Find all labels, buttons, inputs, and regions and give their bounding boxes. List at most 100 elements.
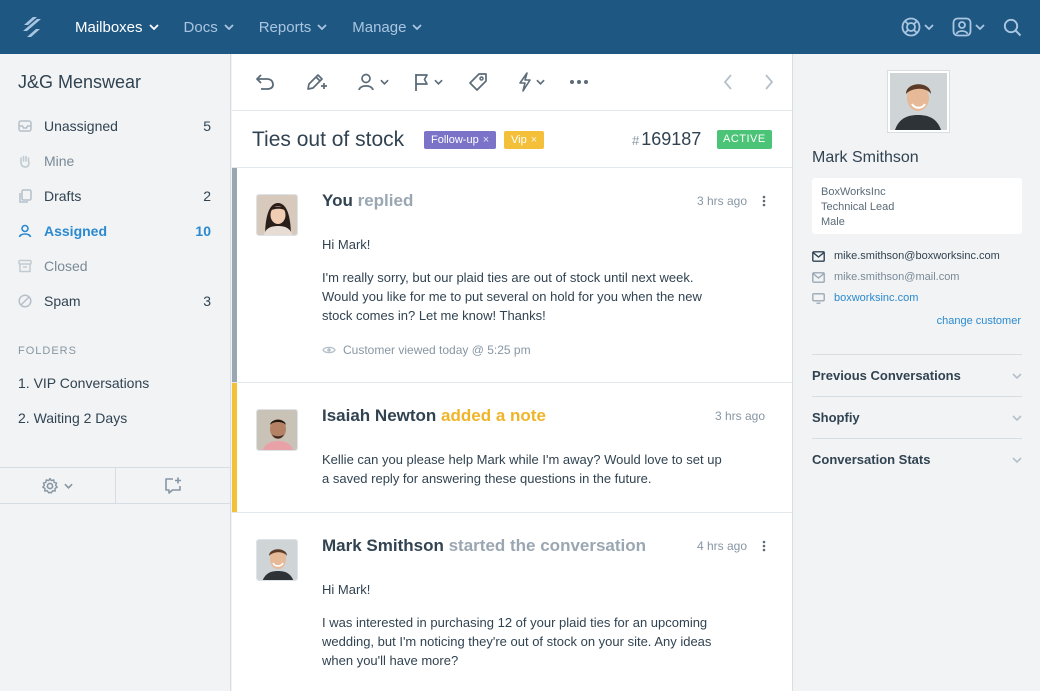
nav-docs[interactable]: Docs <box>184 19 234 36</box>
viewed-indicator: Customer viewed today @ 5:25 pm <box>322 343 531 357</box>
gear-icon <box>42 477 59 494</box>
chevron-down-icon <box>975 24 985 30</box>
chevron-down-icon <box>412 24 423 30</box>
previous-conversation-button[interactable] <box>723 71 733 93</box>
folder-count: 5 <box>203 117 211 134</box>
custom-folder-vip[interactable]: 1. VIP Conversations <box>0 365 230 400</box>
previous-conversations-section[interactable]: Previous Conversations <box>812 354 1022 396</box>
section-title: Shopfiy <box>812 410 860 425</box>
status-badge[interactable]: ACTIVE <box>717 130 772 149</box>
reply-button[interactable] <box>255 71 275 93</box>
chevron-left-icon <box>723 74 732 90</box>
remove-tag-button[interactable]: × <box>531 134 537 146</box>
folder-label: Spam <box>44 292 81 309</box>
reply-icon <box>256 74 274 90</box>
search-icon <box>1003 18 1022 36</box>
thread-reply: You replied 3 hrs ago Hi Mark! I'm reall… <box>232 168 792 383</box>
chevron-down-icon <box>148 24 159 30</box>
conversation-stats-section[interactable]: Conversation Stats <box>812 438 1022 480</box>
more-vertical-icon[interactable] <box>762 195 766 207</box>
folder-drafts[interactable]: Drafts 2 <box>0 178 230 213</box>
logo-icon[interactable] <box>21 16 43 38</box>
spam-icon <box>17 293 33 309</box>
message-paragraph: I was interested in purchasing 12 of you… <box>322 615 712 668</box>
customer-gender: Male <box>821 216 845 228</box>
conversation-pane: Ties out of stock Follow-up × Vip × #16918… <box>232 54 793 691</box>
website-row[interactable]: boxworksinc.com <box>812 292 918 304</box>
primary-email-row[interactable]: mike.smithson@boxworksinc.com <box>812 250 1000 262</box>
chevron-down-icon <box>924 24 934 30</box>
secondary-email: mike.smithson@mail.com <box>834 271 960 283</box>
section-title: Previous Conversations <box>812 368 961 383</box>
folder-label: Mine <box>44 152 75 169</box>
secondary-email-row[interactable]: mike.smithson@mail.com <box>812 271 959 283</box>
folders-heading: FOLDERS <box>18 345 77 357</box>
lightning-icon <box>519 72 531 92</box>
mailbox-settings-button[interactable] <box>0 468 115 503</box>
add-note-button[interactable] <box>305 71 329 93</box>
thread-type-bar <box>232 168 237 382</box>
folder-unassigned[interactable]: Unassigned 5 <box>0 108 230 143</box>
thread-body: Kellie can you please help Mark while I'… <box>322 450 727 488</box>
profile-menu[interactable] <box>952 17 985 37</box>
nav-manage[interactable]: Manage <box>352 19 423 36</box>
custom-folder-waiting[interactable]: 2. Waiting 2 Days <box>0 400 230 435</box>
customer-website: boxworksinc.com <box>834 292 919 304</box>
new-conversation-button[interactable] <box>114 468 231 503</box>
status-button[interactable] <box>413 71 443 93</box>
thread-timestamp: 3 hrs ago <box>714 409 765 423</box>
eye-icon <box>322 346 336 354</box>
more-vertical-icon[interactable] <box>762 540 766 552</box>
tag-follow-up[interactable]: Follow-up × <box>424 131 497 149</box>
assign-button[interactable] <box>357 71 389 93</box>
thread-timestamp: 4 hrs ago <box>696 539 747 553</box>
thread-action: replied <box>357 191 414 210</box>
conversation-toolbar <box>232 54 792 111</box>
folder-count: 10 <box>195 222 211 239</box>
thread-customer: Mark Smithson started the conversation 4… <box>232 513 792 691</box>
subject-bar: Ties out of stock Follow-up × Vip × #16918… <box>232 111 792 168</box>
message-paragraph: Hi Mark! <box>322 582 371 597</box>
tag-button[interactable] <box>468 71 488 93</box>
envelope-icon <box>812 271 825 283</box>
search-button[interactable] <box>1003 18 1022 37</box>
lifebuoy-icon <box>901 17 921 37</box>
nav-mailboxes[interactable]: Mailboxes <box>75 19 159 36</box>
customer-name[interactable]: Mark Smithson <box>812 149 919 167</box>
tag-vip[interactable]: Vip × <box>504 131 545 149</box>
conversation-subject[interactable]: Ties out of stock <box>252 128 404 152</box>
folder-closed[interactable]: Closed <box>0 248 230 283</box>
thread-action: started the conversation <box>448 536 647 555</box>
remove-tag-button[interactable]: × <box>483 134 489 146</box>
folder-label: Unassigned <box>44 117 118 134</box>
customer-job-title: Technical Lead <box>821 201 895 213</box>
hash-symbol: # <box>632 133 640 148</box>
change-customer-link[interactable]: change customer <box>937 315 1021 327</box>
top-navigation: Mailboxes Docs Reports Manage <box>0 0 1040 54</box>
thread-note: Isaiah Newton added a note 3 hrs ago Kel… <box>232 383 792 513</box>
help-menu[interactable] <box>901 17 934 37</box>
chevron-down-icon <box>1012 414 1022 421</box>
more-horizontal-icon <box>570 80 588 84</box>
next-conversation-button[interactable] <box>764 71 774 93</box>
folder-mine[interactable]: Mine <box>0 143 230 178</box>
folder-assigned[interactable]: Assigned 10 <box>0 213 230 248</box>
tag-label: Vip <box>511 134 527 146</box>
thread-author: You <box>322 191 353 210</box>
nav-mailboxes-label: Mailboxes <box>75 18 143 36</box>
customer-company: BoxWorksInc <box>821 186 886 198</box>
thread-timestamp: 3 hrs ago <box>696 194 747 208</box>
section-title: Conversation Stats <box>812 452 931 467</box>
nav-reports[interactable]: Reports <box>259 19 328 36</box>
workflow-button[interactable] <box>517 71 545 93</box>
thread-header: Mark Smithson started the conversation <box>322 536 646 556</box>
folder-spam[interactable]: Spam 3 <box>0 283 230 318</box>
compose-icon <box>164 477 181 494</box>
mailbox-sidebar: J&G Menswear Unassigned 5 Mine Drafts 2 … <box>0 54 231 691</box>
shopify-section[interactable]: Shopfiy <box>812 396 1022 438</box>
avatar <box>256 409 298 451</box>
more-actions-button[interactable] <box>570 71 588 93</box>
mailbox-title[interactable]: J&G Menswear <box>18 72 141 93</box>
conversation-number: #169187 <box>632 129 701 150</box>
inbox-icon <box>17 118 33 134</box>
